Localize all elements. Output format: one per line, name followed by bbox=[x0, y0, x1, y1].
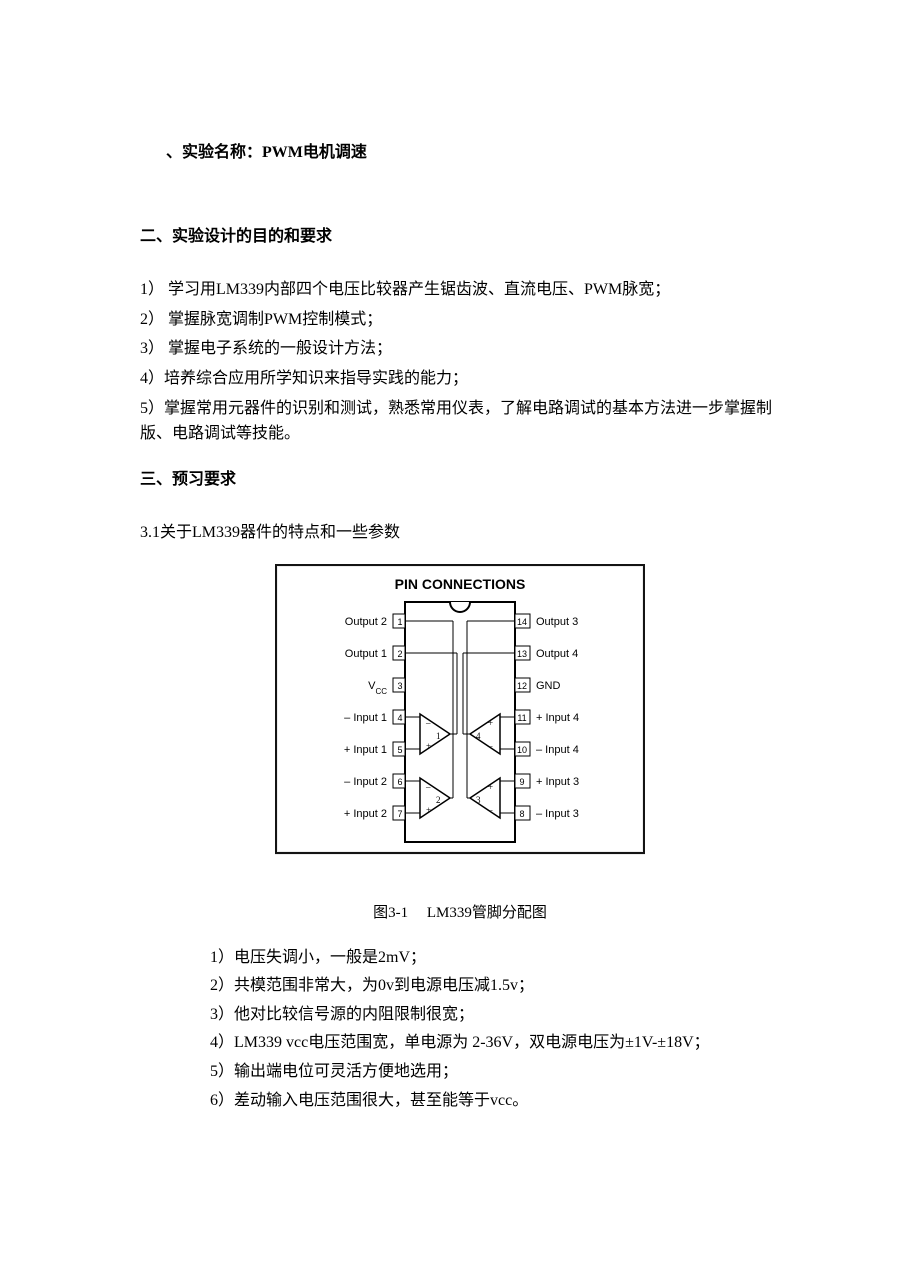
section-3-heading: 三、预习要求 bbox=[140, 467, 780, 493]
svg-text:13: 13 bbox=[517, 649, 527, 659]
section-1-prefix: 、实验名称： bbox=[166, 144, 262, 161]
svg-text:11: 11 bbox=[517, 713, 526, 723]
list-item: 3） 掌握电子系统的一般设计方法； bbox=[140, 336, 780, 362]
svg-text:Output 4: Output 4 bbox=[536, 648, 578, 660]
section-1-main: PWM电机调速 bbox=[262, 144, 367, 161]
section-1-title: 、实验名称：PWM电机调速 bbox=[166, 140, 780, 166]
lm339-pinout-diagram: PIN CONNECTIONS 1 Output 2 14 Output 3 2… bbox=[275, 564, 645, 874]
section-2-heading: 二、实验设计的目的和要求 bbox=[140, 224, 780, 250]
svg-text:+: + bbox=[488, 782, 493, 792]
svg-text:9: 9 bbox=[519, 777, 524, 787]
document-page: 、实验名称：PWM电机调速 二、实验设计的目的和要求 1） 学习用LM339内部… bbox=[0, 0, 920, 1176]
list-item: 6）差动输入电压范围很大，甚至能等于vcc。 bbox=[210, 1088, 780, 1114]
list-item: 1）电压失调小，一般是2mV； bbox=[210, 945, 780, 971]
svg-text:– Input 4: – Input 4 bbox=[536, 744, 579, 756]
svg-text:Output 2: Output 2 bbox=[345, 616, 387, 628]
svg-text:– Input 3: – Input 3 bbox=[536, 808, 579, 820]
list-item: 2） 掌握脉宽调制PWM控制模式； bbox=[140, 307, 780, 333]
svg-text:Output 3: Output 3 bbox=[536, 616, 578, 628]
svg-text:+ Input 2: + Input 2 bbox=[344, 808, 387, 820]
svg-text:12: 12 bbox=[517, 681, 527, 691]
list-item: 3）他对比较信号源的内阻限制很宽； bbox=[210, 1002, 780, 1028]
features-list: 1）电压失调小，一般是2mV； 2）共模范围非常大，为0v到电源电压减1.5v；… bbox=[210, 945, 780, 1114]
svg-text:–: – bbox=[487, 805, 493, 815]
figure-caption: 图3-1 LM339管脚分配图 bbox=[140, 901, 780, 925]
svg-text:+ Input 4: + Input 4 bbox=[536, 712, 579, 724]
svg-text:+ Input 3: + Input 3 bbox=[536, 776, 579, 788]
svg-text:1: 1 bbox=[397, 617, 402, 627]
svg-text:–: – bbox=[487, 741, 493, 751]
list-item: 2）共模范围非常大，为0v到电源电压减1.5v； bbox=[210, 973, 780, 999]
svg-text:4: 4 bbox=[476, 731, 481, 741]
list-item: 5）输出端电位可灵活方便地选用； bbox=[210, 1059, 780, 1085]
svg-text:–: – bbox=[425, 782, 431, 792]
figure-3-1: PIN CONNECTIONS 1 Output 2 14 Output 3 2… bbox=[140, 564, 780, 925]
svg-text:14: 14 bbox=[517, 617, 527, 627]
svg-text:+: + bbox=[426, 805, 431, 815]
svg-text:+: + bbox=[488, 718, 493, 728]
caption-prefix: 图3-1 bbox=[373, 905, 408, 921]
list-item: 1） 学习用LM339内部四个电压比较器产生锯齿波、直流电压、PWM脉宽； bbox=[140, 277, 780, 303]
list-item: 5）掌握常用元器件的识别和测试，熟悉常用仪表，了解电路调试的基本方法进一步掌握制… bbox=[140, 396, 780, 447]
svg-text:–: – bbox=[425, 718, 431, 728]
svg-text:8: 8 bbox=[519, 809, 524, 819]
svg-text:– Input 1: – Input 1 bbox=[344, 712, 387, 724]
svg-text:6: 6 bbox=[397, 777, 402, 787]
caption-main: LM339管脚分配图 bbox=[427, 905, 547, 921]
list-item: 4）培养综合应用所学知识来指导实践的能力； bbox=[140, 366, 780, 392]
svg-text:GND: GND bbox=[536, 680, 561, 692]
diagram-title: PIN CONNECTIONS bbox=[395, 576, 526, 592]
svg-text:5: 5 bbox=[397, 745, 402, 755]
svg-text:– Input 2: – Input 2 bbox=[344, 776, 387, 788]
svg-text:+: + bbox=[426, 741, 431, 751]
svg-text:10: 10 bbox=[517, 745, 527, 755]
svg-text:2: 2 bbox=[397, 649, 402, 659]
section-3-subheading: 3.1关于LM339器件的特点和一些参数 bbox=[140, 520, 780, 546]
svg-text:7: 7 bbox=[397, 809, 402, 819]
section-2-list: 1） 学习用LM339内部四个电压比较器产生锯齿波、直流电压、PWM脉宽； 2）… bbox=[140, 277, 780, 447]
svg-text:+ Input 1: + Input 1 bbox=[344, 744, 387, 756]
svg-text:3: 3 bbox=[476, 795, 481, 805]
svg-text:2: 2 bbox=[436, 795, 441, 805]
svg-text:3: 3 bbox=[397, 681, 402, 691]
list-item: 4）LM339 vcc电压范围宽，单电源为 2-36V，双电源电压为±1V-±1… bbox=[210, 1030, 780, 1056]
svg-text:4: 4 bbox=[397, 713, 402, 723]
svg-text:Output 1: Output 1 bbox=[345, 648, 387, 660]
svg-text:1: 1 bbox=[436, 731, 441, 741]
